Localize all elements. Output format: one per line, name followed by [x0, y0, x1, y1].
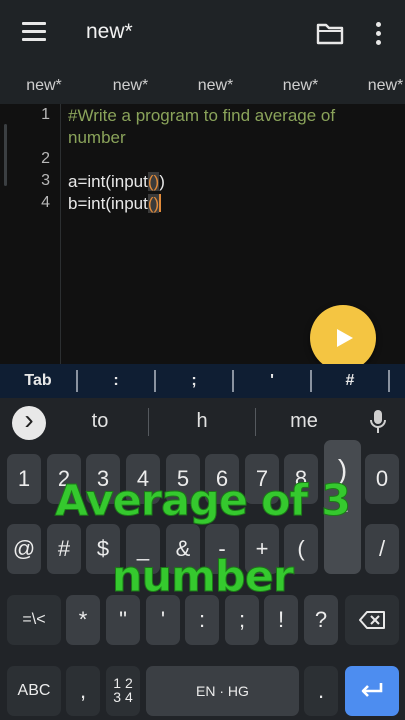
key-single-quote[interactable]: ': [146, 595, 180, 645]
line-number: 4: [41, 194, 50, 211]
code-line-4: b=int(input(): [68, 194, 162, 214]
key-exclamation[interactable]: !: [264, 595, 298, 645]
overlay-caption-line-1: Average of 3: [54, 476, 351, 527]
enter-key[interactable]: [345, 666, 399, 716]
folder-icon[interactable]: [316, 22, 344, 46]
code-text: a=int(input: [68, 172, 148, 191]
suggestion-1[interactable]: to: [50, 410, 150, 433]
tab-file-3[interactable]: new*: [173, 68, 258, 104]
code-text: ): [159, 172, 165, 191]
run-button[interactable]: [310, 305, 376, 371]
key-period[interactable]: .: [304, 666, 338, 716]
tab-file-1[interactable]: new*: [0, 68, 88, 104]
overlay-caption-line-2: number: [111, 552, 294, 603]
tab-file-4[interactable]: new*: [258, 68, 343, 104]
tab-file-2[interactable]: new*: [88, 68, 173, 104]
backspace-key[interactable]: [345, 595, 399, 645]
key-asterisk[interactable]: *: [66, 595, 100, 645]
numpad-key[interactable]: 1 2 3 4: [106, 666, 140, 716]
symbol-key-tab[interactable]: Tab: [0, 372, 76, 390]
numpad-label-bottom: 3 4: [113, 689, 133, 705]
backspace-icon: [359, 611, 385, 629]
key-semicolon[interactable]: ;: [225, 595, 259, 645]
tab-file-5[interactable]: new*: [343, 68, 405, 104]
numpad-label-top: 1 2: [113, 675, 133, 691]
page-title: new*: [86, 20, 133, 43]
key-question[interactable]: ?: [304, 595, 338, 645]
more-options-icon[interactable]: [370, 20, 386, 48]
microphone-icon[interactable]: [368, 408, 388, 436]
symbol-key-semicolon[interactable]: ;: [156, 372, 232, 390]
symbol-bar: Tab : ; ' #: [0, 364, 405, 398]
divider: [388, 370, 390, 392]
app-screen: new* new* new* new* new* new* 1 2 3 4 #W…: [0, 0, 405, 720]
expand-toolbar-icon[interactable]: [12, 404, 46, 440]
symbol-key-colon[interactable]: :: [78, 372, 154, 390]
symbol-key-hash[interactable]: #: [312, 372, 388, 390]
enter-icon: [361, 683, 383, 697]
code-line-1: #Write a program to find average of: [68, 106, 336, 125]
line-number: 1: [41, 106, 50, 123]
symbol-key-quote[interactable]: ': [234, 372, 310, 390]
divider: [148, 408, 149, 436]
space-bar[interactable]: EN · HG: [146, 666, 299, 716]
gutter-divider: [60, 104, 61, 364]
line-number: 3: [41, 172, 50, 189]
code-line-3: a=int(input()): [68, 172, 165, 192]
code-text: b=int(input: [68, 194, 148, 213]
file-tabs: new* new* new* new* new*: [0, 68, 405, 104]
menu-icon[interactable]: [22, 22, 48, 42]
key-more-symbols[interactable]: =\<: [7, 595, 61, 645]
line-number: 2: [41, 150, 50, 167]
code-parens: (): [147, 194, 160, 213]
key-double-quote[interactable]: ": [106, 595, 140, 645]
text-cursor: [159, 194, 162, 212]
key-colon[interactable]: :: [185, 595, 219, 645]
code-line-1-wrap: number: [68, 128, 126, 147]
suggestion-2[interactable]: h: [152, 410, 252, 433]
top-app-bar: new*: [0, 0, 405, 68]
suggestion-3[interactable]: me: [254, 410, 354, 433]
abc-key[interactable]: ABC: [7, 666, 61, 716]
code-parens: (): [147, 172, 160, 191]
key-comma[interactable]: ,: [66, 666, 100, 716]
